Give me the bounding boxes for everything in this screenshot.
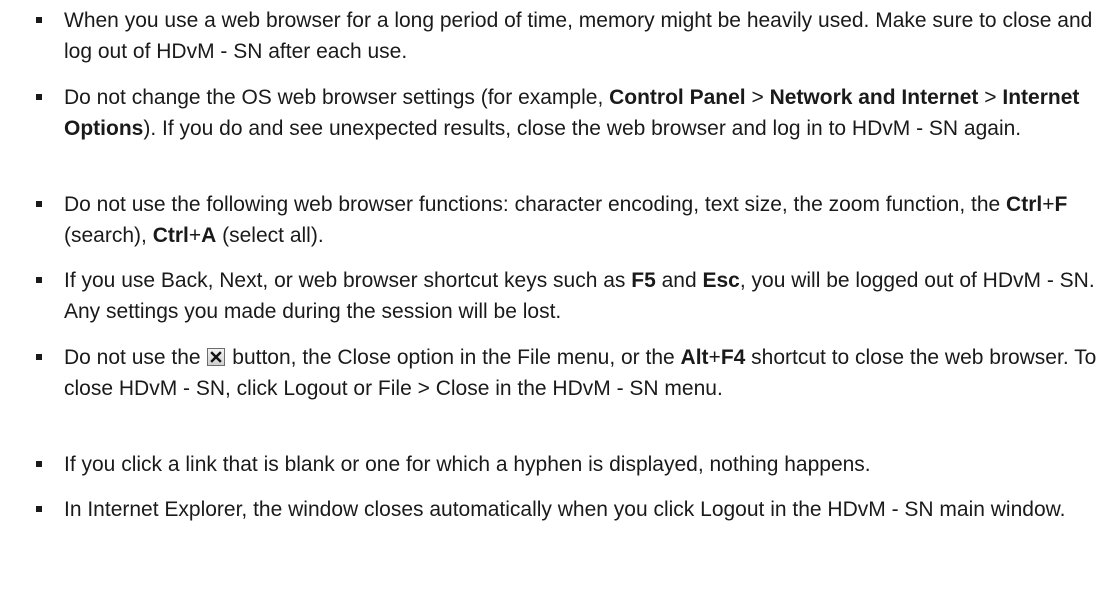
bullet-icon [36, 94, 42, 100]
bullet-icon [36, 354, 42, 360]
bullet-icon [36, 277, 42, 283]
key-term: Esc [702, 269, 740, 292]
note-text: When you use a web browser for a long pe… [64, 5, 1104, 67]
key-term: F4 [720, 346, 746, 369]
bullet-icon [36, 506, 42, 512]
key-term: Ctrl [152, 224, 189, 247]
note-segment: ). If you do and see unexpected results,… [143, 117, 1022, 140]
key-term: Network and Internet [769, 86, 979, 109]
note-text: If you click a link that is blank or one… [64, 449, 1104, 480]
note-segment: Do not use the following web browser fun… [64, 193, 1007, 216]
note-segment: (search), [64, 224, 153, 247]
note-segment: Do not change the OS web browser setting… [64, 86, 610, 109]
note-text: Do not use the button, the Close option … [64, 342, 1104, 404]
note-text: Do not use the following web browser fun… [64, 189, 1104, 251]
note-text: Do not change the OS web browser setting… [64, 82, 1104, 144]
key-term: F [1054, 193, 1068, 216]
note-segment: > [745, 86, 770, 109]
note-segment: (select all). [216, 224, 324, 247]
note-segment: + [188, 224, 202, 247]
note-segment: When you use a web browser for a long pe… [64, 9, 1093, 63]
bullet-icon [36, 17, 42, 23]
bullet-icon [36, 201, 42, 207]
note-text: If you use Back, Next, or web browser sh… [64, 265, 1104, 327]
note-segment: In Internet Explorer, the window closes … [64, 498, 1066, 521]
note-segment: Do not use the [64, 346, 207, 369]
note-segment: button, the Close option in the File men… [226, 346, 681, 369]
key-term: Alt [680, 346, 709, 369]
key-term: A [201, 224, 217, 247]
key-term: Ctrl [1006, 193, 1043, 216]
note-segment: If you use Back, Next, or web browser sh… [64, 269, 632, 292]
note-segment: + [1042, 193, 1055, 216]
close-window-icon [207, 348, 226, 366]
key-term: F5 [631, 269, 656, 292]
note-text: In Internet Explorer, the window closes … [64, 494, 1104, 525]
note-segment: > [978, 86, 1003, 109]
note-segment: + [708, 346, 721, 369]
bullet-icon [36, 461, 42, 467]
key-term: Control Panel [609, 86, 746, 109]
note-segment: and [655, 269, 703, 292]
note-segment: If you click a link that is blank or one… [64, 453, 871, 476]
